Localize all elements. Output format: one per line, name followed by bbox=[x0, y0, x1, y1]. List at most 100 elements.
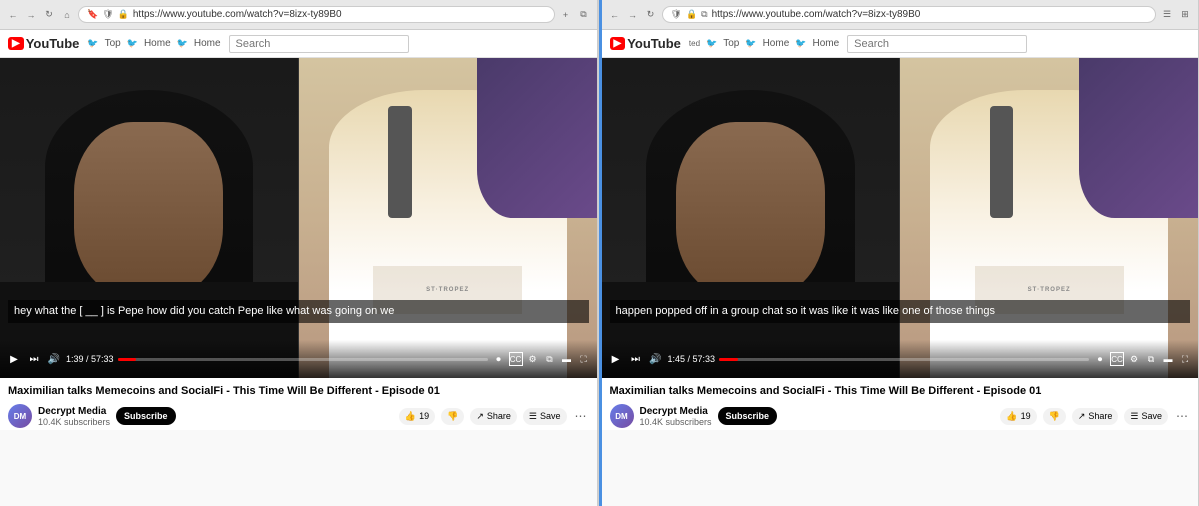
left-play-btn[interactable]: ▶ bbox=[6, 351, 22, 367]
right-miniplayer-icon[interactable]: ⧉ bbox=[1144, 352, 1158, 366]
left-video-container: ST·TROPEZ hey what the [ __ ] is Pepe ho… bbox=[0, 58, 597, 378]
back-icon[interactable]: ← bbox=[6, 8, 20, 22]
new-tab-icon[interactable]: + bbox=[559, 8, 573, 22]
left-fullscreen-icon[interactable]: ⛶ bbox=[577, 352, 591, 366]
address-text: https://www.youtube.com/watch?v=8izx-ty8… bbox=[133, 9, 342, 20]
right-yt-logo-icon: ▶ bbox=[610, 37, 626, 50]
right-channel-row: DM Decrypt Media 10.4K subscribers Subsc… bbox=[610, 404, 1191, 428]
right-volume-btn[interactable]: 🔊 bbox=[648, 351, 664, 367]
right-video-controls[interactable]: ▶ ⏭ 🔊 1:45 / 57:33 ⏺ CC ⚙ ⧉ ▬ ⛶ bbox=[602, 340, 1199, 378]
left-dislike-btn[interactable]: 👎 bbox=[441, 408, 464, 425]
right-back-icon[interactable]: ← bbox=[608, 8, 622, 22]
right-channel-avatar[interactable]: DM bbox=[610, 404, 634, 428]
right-subtitle-text: happen popped off in a group chat so it … bbox=[616, 305, 996, 317]
left-like-count: 19 bbox=[419, 411, 429, 421]
left-channel-avatar[interactable]: DM bbox=[8, 404, 32, 428]
screen-icon[interactable]: ⧉ bbox=[577, 8, 591, 22]
right-yt-logo[interactable]: ▶ YouTube bbox=[610, 36, 681, 51]
bookmark-icon: 🔖 bbox=[87, 9, 98, 20]
forward-icon[interactable]: → bbox=[24, 8, 38, 22]
right-progress-bar[interactable] bbox=[719, 358, 1089, 361]
left-video-section: Maximilian talks Memecoins and SocialFi … bbox=[0, 378, 597, 430]
right-share-icon: ↗ bbox=[1078, 411, 1086, 422]
right-dislike-btn[interactable]: 👎 bbox=[1043, 408, 1066, 425]
right-save-label: Save bbox=[1141, 411, 1162, 421]
right-control-icons-right: ⏺ CC ⚙ ⧉ ▬ ⛶ bbox=[1093, 352, 1192, 366]
left-home-link-2[interactable]: Home bbox=[194, 38, 221, 49]
right-time-display: 1:45 / 57:33 bbox=[668, 354, 716, 364]
right-address-bar[interactable]: 🛡 🔒 ⧉ https://www.youtube.com/watch?v=8i… bbox=[662, 6, 1157, 23]
right-lock-icon: 🔒 bbox=[686, 9, 697, 20]
right-save-btn[interactable]: ☰ Save bbox=[1124, 408, 1168, 425]
right-more-btn[interactable]: ⋯ bbox=[1174, 407, 1190, 425]
home-icon[interactable]: ⌂ bbox=[60, 8, 74, 22]
left-save-btn[interactable]: ☰ Save bbox=[523, 408, 567, 425]
right-video-left-panel bbox=[602, 58, 901, 378]
right-home-link-1[interactable]: Home bbox=[763, 38, 790, 49]
right-progress-fill bbox=[719, 358, 738, 361]
left-skip-btn[interactable]: ⏭ bbox=[26, 351, 42, 367]
refresh-icon[interactable]: ↻ bbox=[42, 8, 56, 22]
left-yt-nav-links: 🐦 Top 🐦 Home 🐦 Home bbox=[87, 38, 220, 49]
right-play-btn[interactable]: ▶ bbox=[608, 351, 624, 367]
left-yt-logo[interactable]: ▶ YouTube bbox=[8, 36, 79, 51]
right-subtitle: happen popped off in a group chat so it … bbox=[610, 300, 1191, 323]
right-refresh-icon[interactable]: ↻ bbox=[644, 8, 658, 22]
right-screen-icon: ⧉ bbox=[701, 9, 707, 20]
right-top-link[interactable]: Top bbox=[723, 38, 739, 49]
right-video-section: Maximilian talks Memecoins and SocialFi … bbox=[602, 378, 1199, 430]
left-channel-name[interactable]: Decrypt Media bbox=[38, 406, 110, 417]
right-like-btn[interactable]: 👍 19 bbox=[1000, 408, 1036, 425]
left-nav-icons: ← → ↻ ⌂ bbox=[6, 8, 74, 22]
left-like-btn[interactable]: 👍 19 bbox=[399, 408, 435, 425]
left-cc-icon[interactable]: CC bbox=[509, 352, 523, 366]
left-home-link-1[interactable]: Home bbox=[144, 38, 171, 49]
right-channel-subs: 10.4K subscribers bbox=[640, 417, 712, 427]
left-autoplay-icon[interactable]: ⏺ bbox=[492, 352, 506, 366]
right-menu-icon[interactable]: ⊞ bbox=[1178, 8, 1192, 22]
right-fullscreen-icon[interactable]: ⛶ bbox=[1178, 352, 1192, 366]
right-cc-icon[interactable]: CC bbox=[1110, 352, 1124, 366]
left-progress-fill bbox=[118, 358, 136, 361]
left-top-link[interactable]: Top bbox=[105, 38, 121, 49]
right-autoplay-icon[interactable]: ⏺ bbox=[1093, 352, 1107, 366]
right-forward-icon[interactable]: → bbox=[626, 8, 640, 22]
right-video-container: ST·TROPEZ happen popped off in a group c… bbox=[602, 58, 1199, 378]
left-subtitle-text: hey what the [ __ ] is Pepe how did you … bbox=[14, 305, 394, 317]
left-action-buttons: 👍 19 👎 ↗ Share ☰ Save ⋯ bbox=[399, 407, 589, 425]
left-browser-pane: ← → ↻ ⌂ 🔖 🛡 🔒 https://www.youtube.com/wa… bbox=[0, 0, 598, 506]
right-like-count: 19 bbox=[1021, 411, 1031, 421]
right-search-input[interactable] bbox=[847, 35, 1027, 53]
right-channel-info: Decrypt Media 10.4K subscribers bbox=[640, 406, 712, 427]
right-new-tab-icon[interactable]: ☰ bbox=[1160, 8, 1174, 22]
left-subtitle: hey what the [ __ ] is Pepe how did you … bbox=[8, 300, 589, 323]
right-video-right-panel: ST·TROPEZ bbox=[900, 58, 1198, 378]
yt-logo-text: YouTube bbox=[26, 36, 80, 51]
left-subscribe-btn[interactable]: Subscribe bbox=[116, 407, 176, 425]
left-progress-bar[interactable] bbox=[118, 358, 488, 361]
right-nav-icons: ← → ↻ bbox=[608, 8, 658, 22]
left-settings-icon[interactable]: ⚙ bbox=[526, 352, 540, 366]
right-share-btn[interactable]: ↗ Share bbox=[1072, 408, 1119, 425]
right-theater-icon[interactable]: ▬ bbox=[1161, 352, 1175, 366]
left-miniplayer-icon[interactable]: ⧉ bbox=[543, 352, 557, 366]
twitter-icon-3: 🐦 bbox=[177, 38, 188, 49]
right-channel-name[interactable]: Decrypt Media bbox=[640, 406, 712, 417]
left-share-btn[interactable]: ↗ Share bbox=[470, 408, 517, 425]
right-yt-nav: ▶ YouTube ted 🐦 Top 🐦 Home 🐦 Home bbox=[602, 30, 1199, 58]
left-video-controls[interactable]: ▶ ⏭ 🔊 1:39 / 57:33 ⏺ CC ⚙ ⧉ ▬ ⛶ bbox=[0, 340, 597, 378]
left-volume-btn[interactable]: 🔊 bbox=[46, 351, 62, 367]
right-save-icon: ☰ bbox=[1130, 411, 1138, 422]
left-more-btn[interactable]: ⋯ bbox=[573, 407, 589, 425]
left-address-bar[interactable]: 🔖 🛡 🔒 https://www.youtube.com/watch?v=8i… bbox=[78, 6, 555, 23]
right-dislike-icon: 👎 bbox=[1049, 411, 1060, 422]
right-home-link-2[interactable]: Home bbox=[812, 38, 839, 49]
left-search-input[interactable] bbox=[229, 35, 409, 53]
right-skip-btn[interactable]: ⏭ bbox=[628, 351, 644, 367]
right-settings-icon[interactable]: ⚙ bbox=[1127, 352, 1141, 366]
left-theater-icon[interactable]: ▬ bbox=[560, 352, 574, 366]
right-subscribe-btn[interactable]: Subscribe bbox=[718, 407, 778, 425]
yt-logo-icon: ▶ bbox=[8, 37, 24, 50]
left-dislike-icon: 👎 bbox=[447, 411, 458, 422]
right-yt-nav-links: ted 🐦 Top 🐦 Home 🐦 Home bbox=[689, 38, 839, 49]
